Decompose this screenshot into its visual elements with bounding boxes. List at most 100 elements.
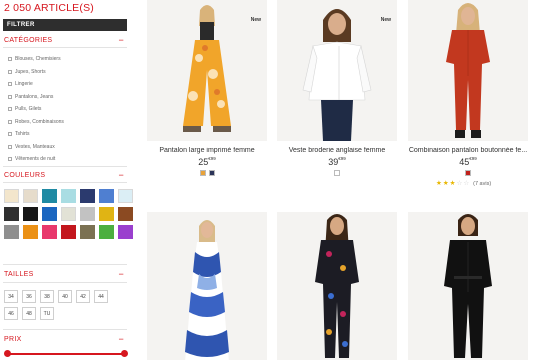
checkbox[interactable] [8,119,12,124]
star-filled-icon: ★ [449,180,456,187]
checkbox[interactable] [8,132,12,137]
category-item[interactable]: Pantalons, Jeans [8,91,64,104]
size-option[interactable]: 48 [22,307,36,320]
size-option[interactable]: 42 [76,290,90,303]
divider [3,166,127,167]
category-label: Blouses, Chemisiers [15,56,61,63]
divider [3,264,127,265]
color-option[interactable] [334,170,340,176]
size-option[interactable]: 38 [40,290,54,303]
size-option[interactable]: 44 [94,290,108,303]
color-option[interactable] [465,170,471,176]
price-euros: 39 [328,157,339,167]
color-swatch[interactable] [80,207,95,221]
filter-button[interactable]: FILTRER [3,19,127,31]
category-label: Lingerie [15,81,33,88]
checkbox[interactable] [8,94,12,99]
category-item[interactable]: Tshirts [8,128,64,141]
color-swatch[interactable] [4,207,19,221]
product-price: 25€99 [147,156,267,167]
price-slider-min-handle[interactable] [4,350,11,357]
color-swatch[interactable] [61,225,76,239]
size-option[interactable]: 34 [4,290,18,303]
product-image[interactable] [277,212,397,360]
category-label: Vêtements de nuit [15,156,56,163]
price-slider-track[interactable] [7,353,124,355]
category-item[interactable]: Blouses, Chemisiers [8,53,64,66]
color-swatch[interactable] [99,225,114,239]
star-filled-icon: ★ [442,180,449,187]
review-count[interactable]: (7 avis) [473,181,491,187]
color-swatch[interactable] [80,189,95,203]
model-red-jumpsuit-image [408,0,528,141]
model-white-jacket-image [277,0,397,141]
product-image[interactable]: New [147,0,267,141]
collapse-icon[interactable]: − [118,36,124,45]
new-badge: New [380,17,391,23]
divider [3,282,127,283]
product-image[interactable] [408,212,528,360]
star-filled-icon: ★ [436,180,442,187]
color-swatch[interactable] [42,225,57,239]
color-swatch[interactable] [42,207,57,221]
new-badge: New [250,17,261,23]
category-item[interactable]: Pulls, Gilets [8,103,64,116]
category-item[interactable]: Jupes, Shorts [8,66,64,79]
product-image[interactable]: New [277,0,397,141]
categories-header[interactable]: CATÉGORIES − [4,36,126,45]
sizes-header[interactable]: TAILLES − [4,270,126,279]
color-swatch[interactable] [23,189,38,203]
price-header[interactable]: PRIX − [4,335,126,344]
checkbox[interactable] [8,82,12,87]
product-name[interactable]: Pantalon large imprimé femme [147,147,267,154]
category-item[interactable]: Robes, Combinaisons [8,116,64,129]
color-swatch[interactable] [61,207,76,221]
color-options [408,170,528,176]
category-label: Pantalons, Jeans [15,93,54,100]
collapse-icon[interactable]: − [118,335,124,344]
color-swatch[interactable] [118,225,133,239]
category-item[interactable]: Vestes, Manteaux [8,141,64,154]
color-options [147,170,267,176]
checkbox[interactable] [8,144,12,149]
color-option[interactable] [208,170,215,176]
size-option[interactable]: 40 [58,290,72,303]
model-floral-jumpsuit-image [277,212,397,360]
checkbox[interactable] [8,107,12,112]
category-item[interactable]: Lingerie [8,78,64,91]
color-swatch[interactable] [80,225,95,239]
size-option[interactable]: 36 [22,290,36,303]
collapse-icon[interactable]: − [118,171,124,180]
colors-header[interactable]: COULEURS − [4,171,126,180]
price-cents: €99 [208,156,216,161]
color-swatch[interactable] [118,207,133,221]
size-option[interactable]: 46 [4,307,18,320]
divider [3,329,127,330]
color-swatch[interactable] [23,207,38,221]
result-count: 2 050 ARTICLE(S) [4,2,94,14]
price-slider-max-handle[interactable] [121,350,128,357]
category-list: Blouses, Chemisiers Jupes, Shorts Linger… [8,53,64,166]
collapse-icon[interactable]: − [118,270,124,279]
color-swatch[interactable] [99,189,114,203]
color-swatch[interactable] [4,225,19,239]
product-image[interactable] [147,212,267,360]
product-image[interactable] [408,0,528,141]
category-label: Vestes, Manteaux [15,143,55,150]
color-swatch[interactable] [4,189,19,203]
color-swatch[interactable] [99,207,114,221]
color-swatch[interactable] [118,189,133,203]
category-label: Jupes, Shorts [15,68,46,75]
category-item[interactable]: Vêtements de nuit [8,153,64,166]
color-option[interactable] [199,170,206,176]
product-name[interactable]: Veste broderie anglaise femme [277,147,397,154]
size-option[interactable]: TU [40,307,54,320]
product-name[interactable]: Combinaison pantalon boutonnée fe... [408,147,528,154]
checkbox[interactable] [8,157,12,162]
checkbox[interactable] [8,57,12,62]
color-swatch[interactable] [23,225,38,239]
checkbox[interactable] [8,69,12,74]
color-options [277,170,397,176]
color-swatch[interactable] [61,189,76,203]
color-swatch[interactable] [42,189,57,203]
